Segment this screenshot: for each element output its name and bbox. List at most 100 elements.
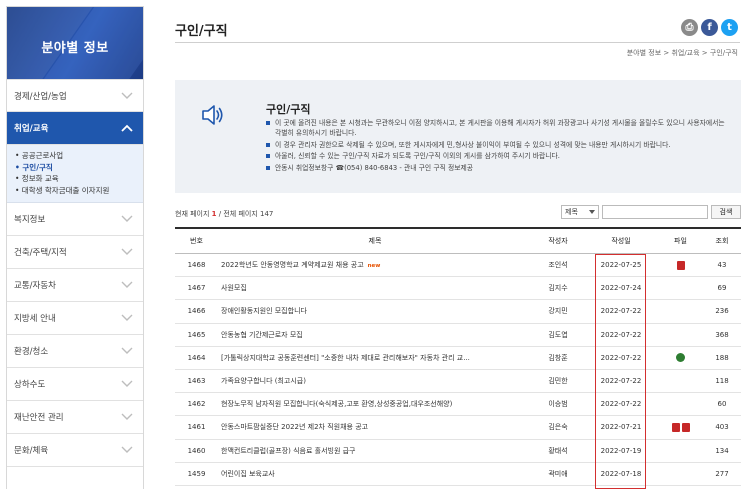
- row-files: [658, 260, 703, 270]
- col-date: 작성일: [611, 237, 631, 245]
- twitter-icon[interactable]: t: [721, 19, 738, 36]
- col-author: 작성자: [548, 237, 568, 245]
- chevron-down-icon: [121, 347, 133, 354]
- row-views: 188: [715, 353, 729, 362]
- row-author: 김도엽: [548, 330, 568, 339]
- chevron-down-icon: [121, 248, 133, 255]
- post-title-link[interactable]: 현장노무직 남자직원 모집합니다(숙식제공,고포 환영,상성중공업,대우조선해양…: [221, 400, 452, 408]
- post-title-link[interactable]: 안동스마트팜실증단 2022년 제2차 직원채용 공고: [221, 423, 368, 431]
- row-author: 조인석: [548, 261, 568, 270]
- sidebar-menu: 경제/산업/농업취업/교육 • 공공근로사업 • 구인/구직 • 정보화 교육 • 대학…: [7, 79, 143, 467]
- sidebar-item[interactable]: 교통/자동차: [7, 269, 143, 302]
- row-no: 1463: [187, 377, 206, 386]
- bullet-icon: [266, 154, 270, 158]
- facebook-icon[interactable]: f: [701, 19, 718, 36]
- row-views: 368: [715, 330, 729, 339]
- notice-line: 안동시 취업정보창구 ☎(054) 840-6843 - 관내 구인 구직 정보…: [266, 163, 728, 173]
- chevron-down-icon: [121, 446, 133, 453]
- table-row: 1463 가족요양구합니다 (최고시급) 김민한 2022-07-22 118: [175, 370, 741, 394]
- table-row: 1461 안동스마트팜실증단 2022년 제2차 직원채용 공고 김은숙 2022-0…: [175, 416, 741, 440]
- row-title-cell: 현장노무직 남자직원 모집합니다(숙식제공,고포 환영,상성중공업,대우조선해양…: [218, 399, 532, 409]
- table-row: 1466 장애인활동지원인 모집합니다 강지민 2022-07-22 236: [175, 300, 741, 324]
- search-input[interactable]: [602, 205, 708, 219]
- notice-line: 이 경우 관리자 권한으로 삭제될 수 있으며, 또한 게시자에게 민,형사상 …: [266, 140, 728, 150]
- pdf-file-icon[interactable]: [676, 260, 685, 270]
- sidebar-item[interactable]: 환경/청소: [7, 335, 143, 368]
- sidebar-item[interactable]: 건축/주택/지적: [7, 236, 143, 269]
- chevron-down-icon: [121, 413, 133, 420]
- table-row: 1465 안동농협 기간제근로자 모집 김도엽 2022-07-22 368: [175, 324, 741, 347]
- notice-box: 구인/구직 이 곳에 올려진 내용은 본 시청과는 무관하오니 이점 양지하시고…: [175, 80, 741, 193]
- title-divider: [175, 42, 740, 43]
- col-title: 제목: [368, 237, 382, 245]
- sidebar: 분야별 정보 경제/산업/농업취업/교육 • 공공근로사업 • 구인/구직 • 정보화…: [6, 6, 144, 489]
- sidebar-item[interactable]: 문화/체육: [7, 434, 143, 467]
- breadcrumb: 분야별 정보 > 취업/교육 > 구인/구직: [626, 49, 738, 57]
- sidebar-item[interactable]: 재난안전 관리: [7, 401, 143, 434]
- sidebar-item[interactable]: 경제/산업/농업: [7, 79, 143, 112]
- row-no: 1459: [187, 469, 206, 478]
- search-bar: 제목 검색: [561, 205, 741, 219]
- sidebar-item[interactable]: 취업/교육: [7, 112, 143, 145]
- row-files: [658, 353, 703, 363]
- row-views: 277: [715, 469, 729, 478]
- table-row: 1468 2022학년도 안동영명학교 계약제교원 채용 공고 new 조인석 2022…: [175, 254, 741, 278]
- sidebar-banner: 분야별 정보: [7, 7, 143, 79]
- sidebar-item-label: 취업/교육: [14, 124, 49, 134]
- row-author: 김창훈: [548, 353, 568, 362]
- table-header: 번호 제목 작성자 작성일 파일 조회: [175, 229, 741, 254]
- row-views: 403: [715, 423, 729, 432]
- sidebar-submenu: • 공공근로사업 • 구인/구직 • 정보화 교육 • 대학생 학자금대출 이자지원: [7, 145, 143, 203]
- sidebar-item[interactable]: 상하수도: [7, 368, 143, 401]
- row-author: 이승범: [548, 400, 568, 409]
- page-title: 구인/구직: [175, 24, 228, 39]
- pdf-file-icon[interactable]: [671, 422, 680, 432]
- search-field-select[interactable]: 제목: [561, 205, 599, 219]
- post-title-link[interactable]: 사원모집: [221, 284, 247, 292]
- row-author: 김지수: [548, 284, 568, 293]
- row-no: 1468: [187, 261, 206, 270]
- post-title-link[interactable]: 한맥컨트리클럽(골프장) 식음료 홀서빙원 급구: [221, 447, 356, 455]
- sidebar-item[interactable]: 지방세 안내: [7, 302, 143, 335]
- table-body: 1468 2022학년도 안동영명학교 계약제교원 채용 공고 new 조인석 2022…: [175, 254, 741, 486]
- search-button[interactable]: 검색: [711, 205, 741, 219]
- submenu-item[interactable]: • 정보화 교육: [15, 173, 137, 185]
- pdf-file-icon[interactable]: [681, 422, 690, 432]
- post-title-link[interactable]: 장애인활동지원인 모집합니다: [221, 307, 307, 315]
- row-title-cell: 안동스마트팜실증단 2022년 제2차 직원채용 공고: [218, 422, 532, 432]
- page-count: 현재 페이지 1 / 전체 페이지 147: [175, 210, 274, 218]
- row-no: 1462: [187, 400, 206, 409]
- chevron-down-icon: [589, 210, 595, 214]
- submenu-item[interactable]: • 대학생 학자금대출 이자지원: [15, 185, 137, 197]
- sidebar-item[interactable]: 복지정보: [7, 203, 143, 236]
- post-title-link[interactable]: 어린이집 보육교사: [221, 470, 275, 478]
- row-author: 김민한: [548, 377, 568, 386]
- chevron-down-icon: [121, 380, 133, 387]
- row-views: 43: [717, 261, 727, 270]
- row-title-cell: 2022학년도 안동영명학교 계약제교원 채용 공고 new: [218, 260, 532, 270]
- sidebar-item-label: 지방세 안내: [14, 314, 56, 324]
- table-row: 1467 사원모집 김지수 2022-07-24 69: [175, 277, 741, 301]
- hwp-file-icon[interactable]: [676, 353, 685, 363]
- print-icon[interactable]: ⎙: [681, 19, 698, 36]
- row-author: 김은숙: [548, 423, 568, 432]
- submenu-item[interactable]: • 구인/구직: [15, 162, 137, 174]
- sidebar-item-label: 복지정보: [14, 215, 46, 225]
- submenu-item[interactable]: • 공공근로사업: [15, 150, 137, 162]
- post-title-link[interactable]: 안동농협 기간제근로자 모집: [221, 331, 303, 339]
- row-no: 1467: [187, 284, 206, 293]
- table-row: 1462 현장노무직 남자직원 모집합니다(숙식제공,고포 환영,상성중공업,대우…: [175, 393, 741, 417]
- row-title-cell: [가톨릭상지대학교 공동훈련센터] "소중한 내차 제대로 관리해보자" 자동차…: [218, 353, 532, 363]
- row-title-cell: 사원모집: [218, 283, 532, 293]
- post-title-link[interactable]: [가톨릭상지대학교 공동훈련센터] "소중한 내차 제대로 관리해보자" 자동차…: [221, 354, 470, 362]
- row-no: 1460: [187, 446, 206, 455]
- date-column-highlight: [595, 254, 646, 489]
- bullet-icon: [266, 121, 270, 125]
- sidebar-item-label: 환경/청소: [14, 347, 49, 357]
- share-buttons: ⎙ f t: [681, 19, 738, 36]
- row-title-cell: 안동농협 기간제근로자 모집: [218, 330, 532, 340]
- post-title-link[interactable]: 2022학년도 안동영명학교 계약제교원 채용 공고: [221, 261, 364, 269]
- table-row: 1464 [가톨릭상지대학교 공동훈련센터] "소중한 내차 제대로 관리해보자"…: [175, 347, 741, 370]
- sidebar-item-label: 문화/체육: [14, 446, 49, 456]
- post-title-link[interactable]: 가족요양구합니다 (최고시급): [221, 377, 306, 385]
